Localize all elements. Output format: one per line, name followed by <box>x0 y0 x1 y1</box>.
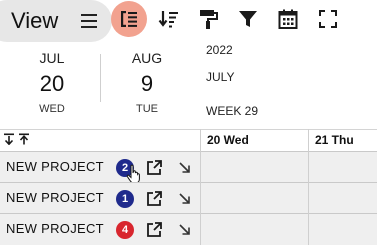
expand-all-icon[interactable] <box>3 133 15 145</box>
column-divider <box>200 129 201 245</box>
open-external-icon[interactable] <box>146 190 163 207</box>
date-divider <box>100 54 101 102</box>
column-header-21-thu[interactable]: 21 Thu <box>315 132 354 148</box>
start-date-month: JUL <box>39 50 65 66</box>
start-date[interactable]: JUL 20 WED <box>22 50 82 116</box>
open-external-icon[interactable] <box>146 221 163 238</box>
start-date-weekday: WED <box>39 103 65 115</box>
open-external-icon[interactable] <box>146 159 163 176</box>
project-name[interactable]: NEW PROJECT <box>6 159 104 175</box>
view-label: View <box>11 8 59 33</box>
column-divider <box>308 129 309 245</box>
count-badge[interactable]: 4 <box>116 221 134 239</box>
arrow-down-right-icon[interactable] <box>178 223 191 236</box>
month-label: JULY <box>206 70 235 84</box>
arrow-down-right-icon[interactable] <box>178 161 191 174</box>
table-row[interactable]: NEW PROJECT 2 <box>0 151 377 184</box>
calendar-icon[interactable] <box>272 3 304 35</box>
project-name[interactable]: NEW PROJECT <box>6 190 104 206</box>
table-row[interactable]: NEW PROJECT 1 <box>0 182 377 213</box>
sort-icon[interactable] <box>153 3 185 35</box>
project-name[interactable]: NEW PROJECT <box>6 221 104 237</box>
end-date-day: 9 <box>140 71 154 96</box>
hand-cursor-icon <box>126 164 140 184</box>
end-date-month: AUG <box>131 50 163 66</box>
year-label: 2022 <box>206 43 233 57</box>
format-paint-icon[interactable] <box>192 3 224 35</box>
arrow-down-right-icon[interactable] <box>178 192 191 205</box>
fullscreen-icon[interactable] <box>312 3 344 35</box>
start-date-day: 20 <box>39 71 65 96</box>
table-row[interactable]: NEW PROJECT 4 <box>0 213 377 245</box>
toolbar: View <box>0 0 377 42</box>
end-date-weekday: TUE <box>136 103 158 115</box>
expand-collapse-controls <box>3 133 30 147</box>
menu-icon[interactable] <box>79 8 101 34</box>
filter-icon[interactable] <box>232 3 264 35</box>
collapse-all-icon[interactable] <box>18 133 30 145</box>
column-header-20-wed[interactable]: 20 Wed <box>207 132 249 148</box>
count-badge[interactable]: 1 <box>116 190 134 208</box>
end-date[interactable]: AUG 9 TUE <box>117 50 177 116</box>
outline-levels-icon[interactable] <box>111 1 147 37</box>
week-label: WEEK 29 <box>206 104 259 118</box>
grid-header: 20 Wed 21 Thu <box>0 129 377 151</box>
